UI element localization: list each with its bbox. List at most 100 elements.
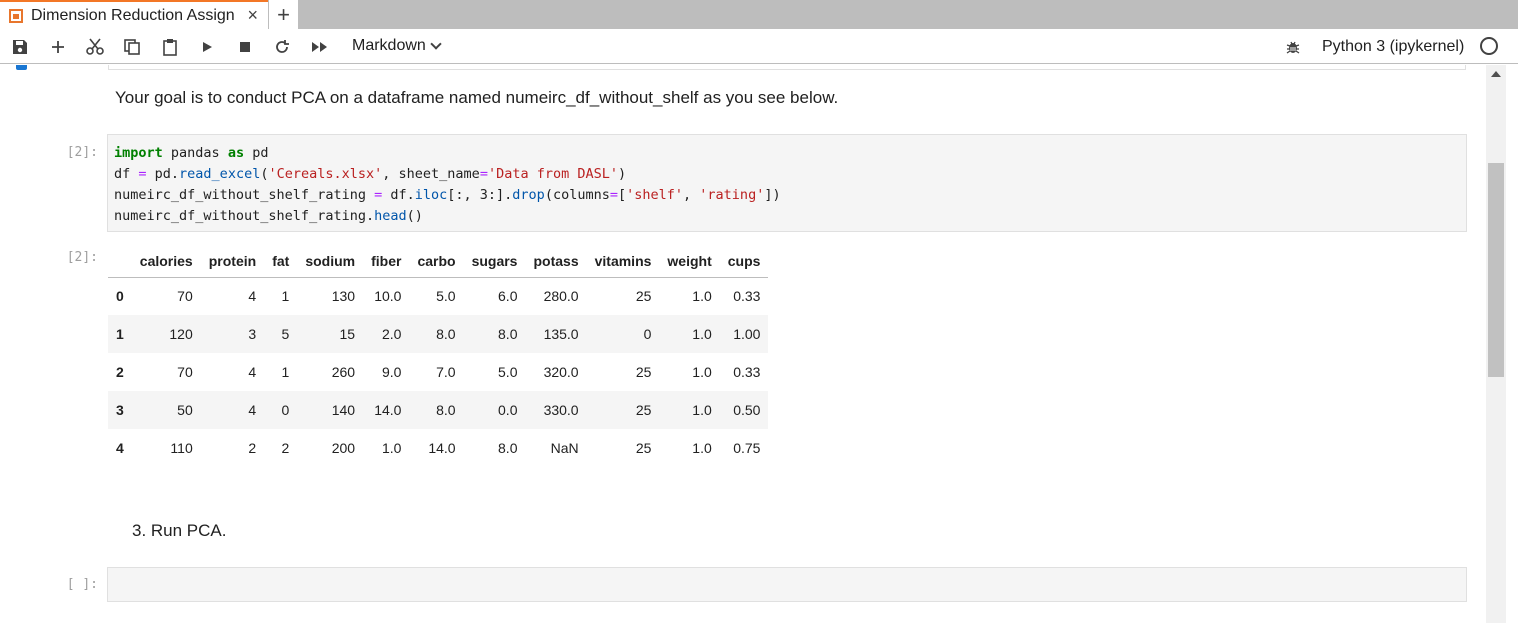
table-cell: 3 <box>248 326 257 342</box>
chevron-down-icon <box>430 38 442 50</box>
table-row: 4 110 2 2 200 1.0 14.0 8.0 NaN 25 1.0 0.75 <box>108 429 768 467</box>
code-token: pandas <box>162 145 228 161</box>
scroll-thumb[interactable] <box>1488 163 1504 377</box>
code-token: = <box>609 187 618 203</box>
table-cell: 2 <box>281 440 290 456</box>
run-button[interactable] <box>198 37 216 57</box>
table-row: 1 120 3 5 15 2.0 8.0 8.0 135.0 0 1.0 1.00 <box>108 315 769 353</box>
copy-icon <box>124 39 140 55</box>
new-tab-button[interactable]: + <box>268 0 298 29</box>
window-edge <box>1506 65 1518 623</box>
previous-cell-edge <box>108 65 1466 70</box>
table-row: 0 70 4 1 130 10.0 5.0 6.0 280.0 25 1.0 0.33 <box>108 277 768 315</box>
column-header: sodium <box>297 245 364 278</box>
cut-button[interactable] <box>84 37 106 57</box>
row-index: 4 <box>116 440 124 456</box>
column-header: vitamins <box>586 245 660 278</box>
column-header: fat <box>264 245 298 278</box>
code-token: , <box>683 187 700 203</box>
code-token: 'rating' <box>699 187 765 203</box>
table-cell: 0.33 <box>733 288 761 305</box>
play-icon <box>203 42 212 52</box>
insert-cell-button[interactable] <box>48 37 68 57</box>
column-header: protein <box>200 245 265 278</box>
table-cell: 6.0 <box>498 288 518 305</box>
code-token: iloc <box>414 187 448 203</box>
close-icon[interactable]: × <box>247 5 258 26</box>
table-cell: 120 <box>169 326 193 342</box>
cell-type-label: Markdown <box>352 37 426 54</box>
column-header: sugars <box>463 245 526 278</box>
notebook-toolbar: Markdown Python 3 (ipykernel) <box>0 29 1518 64</box>
table-cell: 0.50 <box>733 402 761 418</box>
tab-bar: Dimension Reduction Assign × + <box>0 0 1518 29</box>
code-token: as <box>227 145 245 161</box>
code-token: = <box>138 166 147 182</box>
column-header: fiber <box>363 245 410 278</box>
table-cell: 15 <box>339 326 356 342</box>
table-row: 2 70 4 1 260 9.0 7.0 5.0 320.0 25 1.0 0.33 <box>108 353 768 391</box>
table-cell: 2.0 <box>381 326 402 342</box>
cell-type-dropdown[interactable]: Markdown <box>352 37 442 55</box>
markdown-intro: Your goal is to conduct PCA on a datafra… <box>115 88 839 107</box>
column-header: potass <box>525 245 587 278</box>
scissors-icon <box>86 38 104 55</box>
fast-forward-icon <box>312 42 327 52</box>
table-cell: 0 <box>281 402 290 418</box>
row-index: 3 <box>116 402 124 418</box>
table-cell: 50 <box>177 402 193 418</box>
save-button[interactable] <box>10 37 30 57</box>
table-cell: 5.0 <box>436 288 456 305</box>
table-cell: 4 <box>248 288 257 305</box>
input-prompt: [2]: <box>66 145 98 160</box>
restart-run-all-button[interactable] <box>310 37 330 57</box>
paste-button[interactable] <box>160 37 180 57</box>
notebook-tab[interactable]: Dimension Reduction Assign × <box>0 0 268 29</box>
restart-button[interactable] <box>272 37 292 57</box>
code-token: import <box>114 145 163 161</box>
table-cell: 140 <box>331 402 356 418</box>
code-token: 'shelf' <box>626 187 684 203</box>
code-token: numeirc_df_without_shelf_rating. <box>114 208 375 224</box>
interrupt-button[interactable] <box>236 37 254 57</box>
code-token: () <box>406 208 423 224</box>
code-token: 'Data from DASL' <box>487 166 618 182</box>
table-cell: 260 <box>331 364 356 380</box>
table-cell: 280.0 <box>543 288 579 305</box>
notebook-icon <box>9 8 23 23</box>
kernel-name[interactable]: Python 3 (ipykernel) <box>1322 38 1464 56</box>
code-token: [:, 3:]. <box>447 187 513 203</box>
table-cell: 70 <box>177 288 193 305</box>
code-cell-editor[interactable]: import pandas as pd df = pd.read_excel('… <box>107 134 1467 232</box>
table-cell: 25 <box>635 402 652 418</box>
table-body: 0 70 4 1 130 10.0 5.0 6.0 280.0 25 1.0 0.33 1 120 3 5 15… <box>108 277 769 467</box>
table-cell: 1 <box>281 364 290 380</box>
code-token: = <box>374 187 383 203</box>
table-cell: 4 <box>248 402 257 418</box>
bug-icon <box>1286 41 1300 54</box>
table-header-row: calories protein fat sodium fiber carbo sugars… <box>108 245 769 278</box>
output-prompt: [2]: <box>66 250 98 265</box>
debugger-button[interactable] <box>1283 37 1303 57</box>
code-token: head <box>374 208 407 224</box>
vertical-scrollbar[interactable] <box>1486 65 1506 623</box>
table-cell: 2 <box>248 440 257 456</box>
code-token: 'Cereals.xlsx' <box>268 166 383 182</box>
code-token: numeirc_df_without_shelf_rating <box>114 187 375 203</box>
table-cell: 8.0 <box>436 326 456 342</box>
table-cell: 7.0 <box>436 364 456 380</box>
table-cell: 25 <box>635 364 652 380</box>
empty-code-cell[interactable] <box>107 567 1467 602</box>
table-cell: 0.0 <box>498 402 518 418</box>
scroll-up-arrow-icon[interactable] <box>1491 71 1501 77</box>
tab-title: Dimension Reduction Assign <box>31 6 235 24</box>
column-header: calories <box>131 245 201 278</box>
copy-button[interactable] <box>122 37 142 57</box>
table-cell: 1.0 <box>692 364 712 380</box>
table-cell: 1.0 <box>692 440 712 456</box>
column-header <box>108 245 132 278</box>
table-cell: 4 <box>248 364 257 380</box>
code-token: , sheet_name <box>382 166 480 182</box>
stop-icon <box>240 42 250 52</box>
notebook-panel: Your goal is to conduct PCA on a datafra… <box>0 65 1486 623</box>
